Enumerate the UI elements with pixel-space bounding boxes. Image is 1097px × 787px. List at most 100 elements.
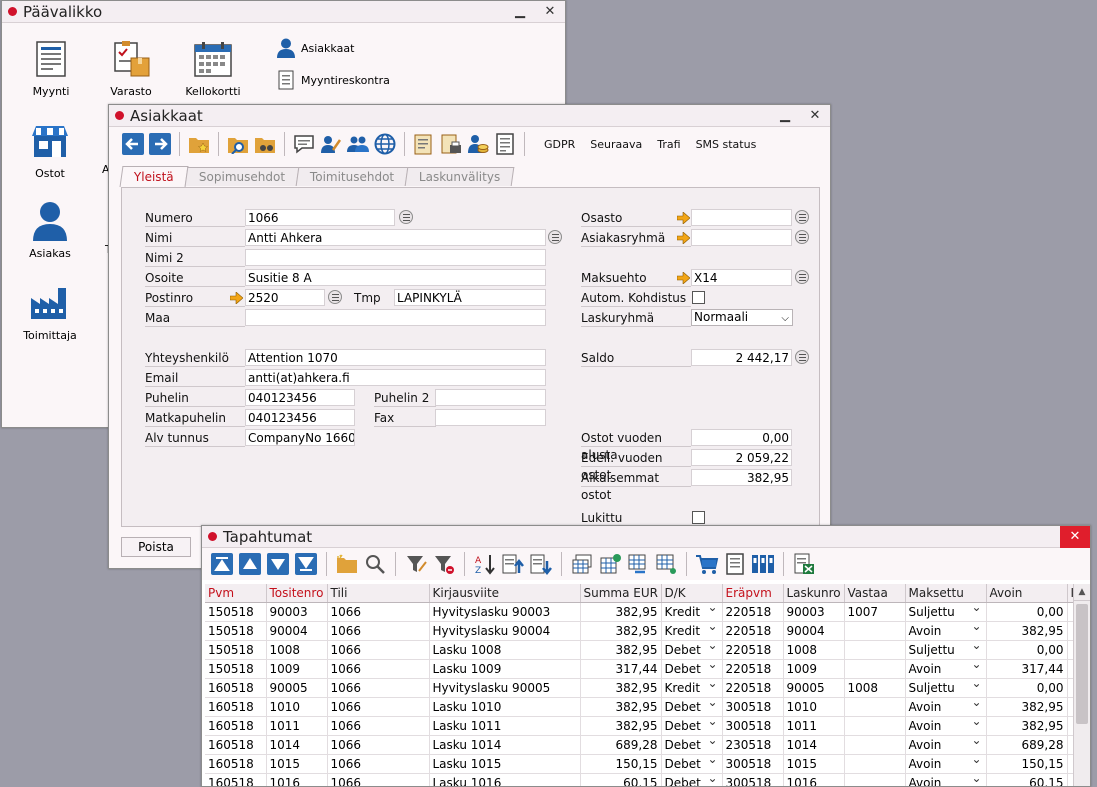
scrollbar-thumb[interactable]: [1076, 604, 1088, 724]
sort-az-icon[interactable]: AZ: [473, 552, 497, 576]
close-button[interactable]: ✕: [1060, 526, 1090, 548]
next-record-icon[interactable]: [266, 552, 290, 576]
new-folder-icon[interactable]: [335, 552, 359, 576]
field-edell-ostot[interactable]: 2 059,22: [691, 449, 792, 466]
field-puhelin[interactable]: 040123456: [245, 389, 355, 406]
excel-export-icon[interactable]: [792, 552, 816, 576]
back-arrow-icon[interactable]: [121, 132, 145, 156]
table-row[interactable]: 16051810111066Lasku 1011382,95Debet30051…: [205, 716, 1073, 736]
col-tili[interactable]: Tili: [327, 584, 430, 603]
cell-maksettu[interactable]: Avoin: [905, 735, 987, 755]
field-aik-ostot[interactable]: 382,95: [691, 469, 792, 486]
asiakasryhma-arrow-icon[interactable]: [677, 232, 690, 244]
cell-maksettu[interactable]: Avoin: [905, 659, 987, 679]
tab-toimitusehdot[interactable]: Toimitusehdot: [295, 167, 409, 186]
forward-arrow-icon[interactable]: [148, 132, 172, 156]
tile-myynti[interactable]: Myynti: [11, 37, 91, 98]
lukittu-checkbox[interactable]: [692, 511, 705, 524]
delete-button[interactable]: Poista: [121, 537, 191, 557]
first-record-icon[interactable]: [210, 552, 234, 576]
cell-dk[interactable]: Debet: [661, 659, 723, 679]
folder-search-icon[interactable]: [226, 132, 250, 156]
field-email[interactable]: antti(at)ahkera.fi: [245, 369, 546, 386]
maksuehto-lookup-icon[interactable]: [795, 270, 809, 284]
grid-link-icon[interactable]: [626, 552, 650, 576]
minimize-button[interactable]: ▁: [770, 105, 800, 127]
col-maksettu[interactable]: Maksettu: [905, 584, 987, 603]
kohdistus-checkbox[interactable]: [692, 291, 705, 304]
invoice-icon[interactable]: [723, 552, 747, 576]
tab-sopimusehdot[interactable]: Sopimusehdot: [184, 167, 300, 186]
folder-binoculars-icon[interactable]: [253, 132, 277, 156]
tile-varasto[interactable]: Varasto: [91, 37, 171, 98]
customers-titlebar[interactable]: Asiakkaat ▁ ✕: [109, 105, 830, 127]
cell-dk[interactable]: Debet: [661, 697, 723, 717]
transactions-titlebar[interactable]: Tapahtumat ✕: [202, 526, 1090, 548]
user-edit-icon[interactable]: [319, 132, 343, 156]
field-puhelin2[interactable]: [435, 389, 546, 406]
numero-lookup-icon[interactable]: [399, 210, 413, 224]
cell-maksettu[interactable]: Suljettu: [905, 678, 987, 698]
previous-record-icon[interactable]: [238, 552, 262, 576]
cell-dk[interactable]: Debet: [661, 773, 723, 786]
cell-dk[interactable]: Kredit: [661, 621, 723, 641]
col-kirjausviite[interactable]: Kirjausviite: [429, 584, 581, 603]
tab-laskunvalitys[interactable]: Laskunvälitys: [404, 167, 515, 186]
cell-maksettu[interactable]: Avoin: [905, 716, 987, 736]
table-row[interactable]: 15051810081066Lasku 1008382,95Debet22051…: [205, 640, 1073, 660]
col-avoin[interactable]: Avoin: [986, 584, 1068, 603]
table-row[interactable]: 150518 90004 1066 Hyvityslasku 90004 382,95 K…: [205, 621, 1073, 641]
import-down-icon[interactable]: [529, 552, 553, 576]
table-row[interactable]: 15051810091066Lasku 1009317,44Debet22051…: [205, 659, 1073, 679]
col-dk[interactable]: D/K: [661, 584, 723, 603]
table-row[interactable]: 150518 90003 1066 Hyvityslasku 90003 382,95 K…: [205, 602, 1073, 622]
minimize-button[interactable]: ▁: [505, 1, 535, 23]
next-button[interactable]: Seuraava: [590, 138, 642, 151]
field-numero[interactable]: 1066: [245, 209, 395, 226]
gdpr-button[interactable]: GDPR: [544, 138, 575, 151]
table-row[interactable]: 16051810101066Lasku 1010382,95Debet30051…: [205, 697, 1073, 717]
postinro-lookup-icon[interactable]: [328, 290, 342, 304]
cell-dk[interactable]: Debet: [661, 735, 723, 755]
postinro-arrow-icon[interactable]: [230, 292, 243, 304]
col-tositenro[interactable]: Tositenro: [266, 584, 328, 603]
asiakasryhma-lookup-icon[interactable]: [795, 230, 809, 244]
folder-star-icon[interactable]: [187, 132, 211, 156]
cell-maksettu[interactable]: Avoin: [905, 697, 987, 717]
tile-toimittaja[interactable]: Toimittaja: [10, 281, 90, 342]
link-myyntireskontra[interactable]: Myyntireskontra: [275, 69, 390, 91]
grid-share-icon[interactable]: [654, 552, 678, 576]
field-maksuehto[interactable]: X14: [691, 269, 792, 286]
list-document-icon[interactable]: [493, 132, 517, 156]
tile-ostot[interactable]: Ostot: [10, 119, 90, 180]
cart-icon[interactable]: [695, 552, 719, 576]
nimi-lookup-icon[interactable]: [548, 230, 562, 244]
close-button[interactable]: ✕: [535, 1, 565, 23]
globe-icon[interactable]: [373, 132, 397, 156]
main-menu-titlebar[interactable]: Päävalikko ▁ ✕: [2, 1, 565, 23]
cell-dk[interactable]: Kredit: [661, 678, 723, 698]
comment-icon[interactable]: [292, 132, 316, 156]
osasto-lookup-icon[interactable]: [795, 210, 809, 224]
field-ostot-alusta[interactable]: 0,00: [691, 429, 792, 446]
col-pvm[interactable]: Pvm: [205, 584, 267, 603]
cell-maksettu[interactable]: Avoin: [905, 754, 987, 774]
field-nimi[interactable]: Antti Ahkera: [245, 229, 546, 246]
cell-dk[interactable]: Kredit: [661, 602, 723, 622]
field-yhteyshenkilo[interactable]: Attention 1070: [245, 349, 546, 366]
link-asiakkaat[interactable]: Asiakkaat: [275, 37, 354, 59]
field-alv[interactable]: CompanyNo 1660: [245, 429, 355, 446]
table-row[interactable]: 16051810151066Lasku 1015150,15Debet30051…: [205, 754, 1073, 774]
saldo-lookup-icon[interactable]: [795, 350, 809, 364]
laskuryhma-select[interactable]: Normaali ⌵: [691, 309, 793, 326]
tile-kellokortti[interactable]: Kellokortti: [173, 37, 253, 98]
vertical-scrollbar[interactable]: ▲: [1073, 584, 1090, 786]
close-button[interactable]: ✕: [800, 105, 830, 127]
export-up-icon[interactable]: [501, 552, 525, 576]
osasto-arrow-icon[interactable]: [677, 212, 690, 224]
field-osasto[interactable]: [691, 209, 792, 226]
print-report-icon[interactable]: [439, 132, 463, 156]
user-coins-icon[interactable]: [466, 132, 490, 156]
field-matkapuhelin[interactable]: 040123456: [245, 409, 355, 426]
cell-maksettu[interactable]: Avoin: [905, 773, 987, 786]
